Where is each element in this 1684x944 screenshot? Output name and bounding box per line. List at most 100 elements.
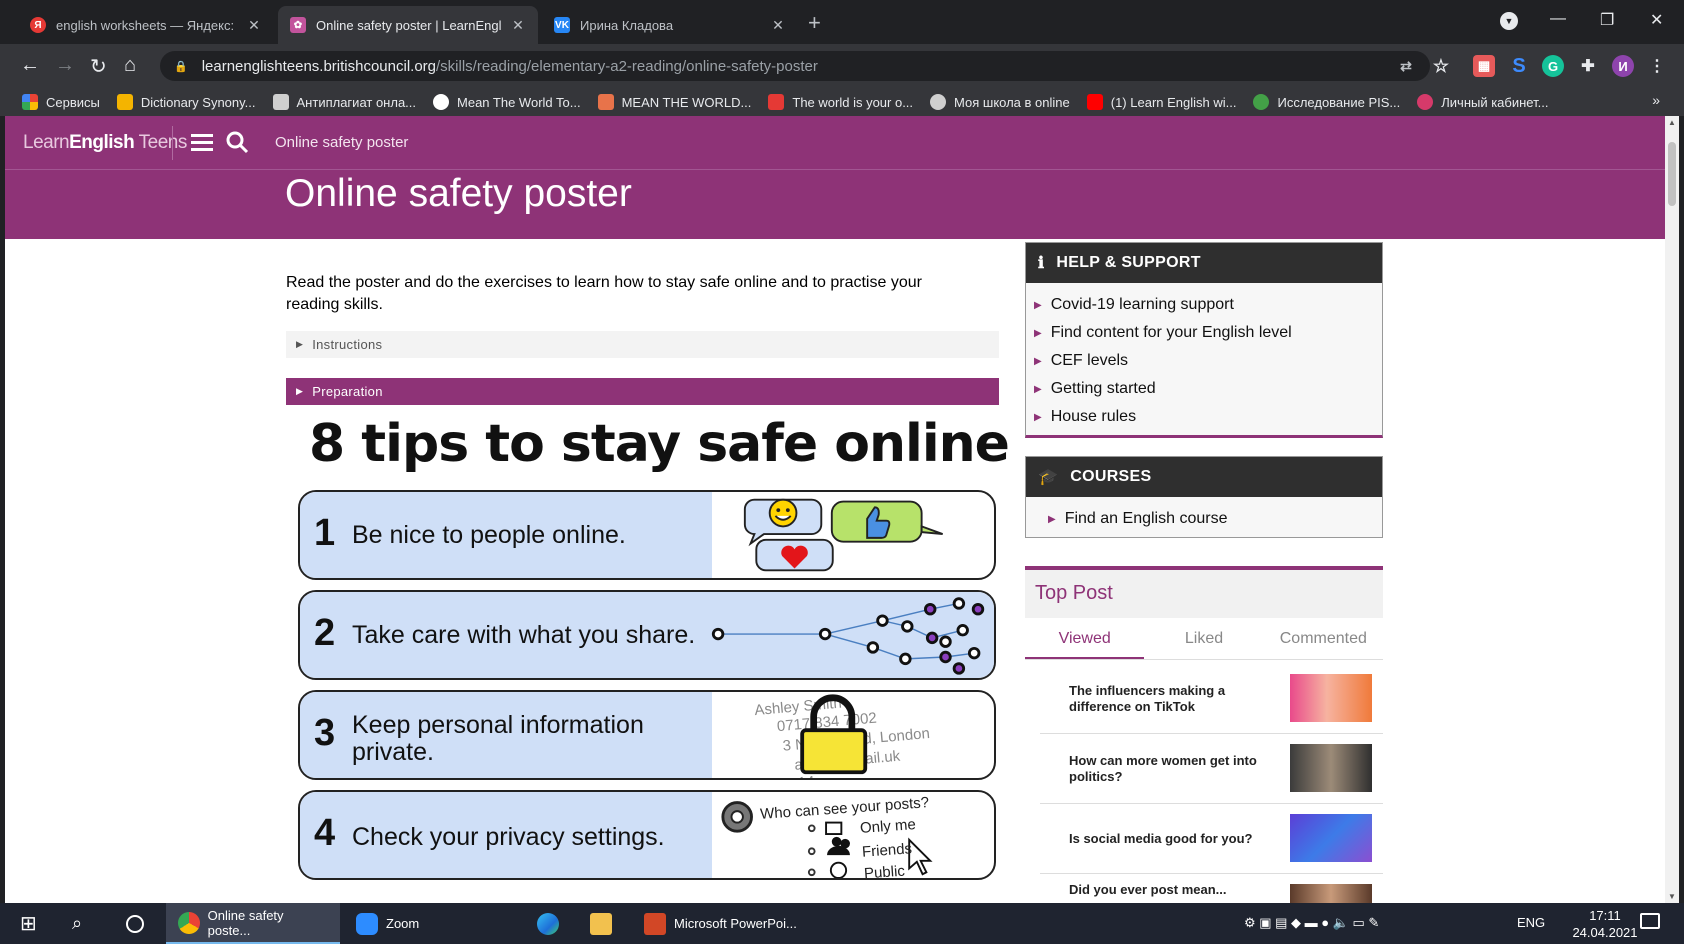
taskbar-app-label: Microsoft PowerPoi...: [674, 916, 797, 931]
breadcrumb[interactable]: Online safety poster: [275, 134, 408, 151]
cortana-icon[interactable]: [126, 903, 144, 944]
extension-s-icon[interactable]: S: [1508, 55, 1530, 77]
preparation-accordion[interactable]: ▶ Preparation: [286, 378, 999, 405]
bookmark-label: Mean The World To...: [457, 94, 581, 110]
post-thumbnail: [1290, 814, 1372, 862]
close-tab-icon[interactable]: ✕: [770, 17, 786, 34]
language-indicator[interactable]: ENG: [1517, 915, 1545, 930]
taskbar-app-zoom[interactable]: Zoom: [344, 903, 431, 944]
taskbar-app-label: Online safety poste...: [207, 907, 284, 938]
expand-triangle-icon: ▶: [296, 339, 304, 349]
top-post-item[interactable]: Did you ever post mean...: [1040, 874, 1383, 903]
reload-icon[interactable]: ↻: [90, 54, 107, 79]
browser-toolbar: ← → ↻ ⌂ 🔒 learnenglishteens.britishcounc…: [0, 44, 1684, 88]
course-link[interactable]: ▶ Find an English course: [1048, 505, 1382, 533]
top-post-item-title: Did you ever post mean...: [1069, 882, 1227, 897]
instructions-accordion[interactable]: ▶ Instructions: [286, 331, 999, 358]
page-viewport: LearnEnglish Teens Online safety poster …: [5, 116, 1665, 903]
site-header: LearnEnglish Teens Online safety poster …: [5, 116, 1665, 239]
grammarly-icon[interactable]: G: [1542, 55, 1564, 77]
bookmark-star-icon[interactable]: ☆: [1430, 55, 1452, 77]
bookmark-label: MEAN THE WORLD...: [621, 94, 752, 110]
top-post-item-title: The influencers making a difference on T…: [1069, 683, 1226, 714]
close-window-button[interactable]: ✕: [1650, 10, 1663, 30]
intro-text: Read the poster and do the exercises to …: [286, 274, 922, 313]
arrow-right-icon: ▶: [1034, 299, 1042, 311]
bookmark-item[interactable]: Моя школа в online: [930, 94, 1070, 110]
scrollbar-thumb[interactable]: [1668, 142, 1676, 206]
home-icon[interactable]: ⌂: [124, 54, 136, 77]
bookmark-item[interactable]: Исследование PIS...: [1253, 94, 1400, 110]
cabinet-icon: [1417, 94, 1434, 110]
top-post-item[interactable]: The influencers making a difference on T…: [1040, 664, 1383, 734]
tab-viewed[interactable]: Viewed: [1025, 618, 1145, 659]
windows-start-icon[interactable]: ⊞: [20, 903, 37, 944]
post-thumbnail: [1290, 884, 1372, 903]
bookmark-item[interactable]: The world is your o...: [768, 94, 913, 110]
bookmark-item[interactable]: (1) Learn English wi...: [1086, 94, 1236, 110]
scroll-up-arrow-icon[interactable]: ▲: [1668, 118, 1676, 127]
tab-yandex[interactable]: Я english worksheets — Яндекс: на ✕: [18, 6, 274, 44]
hamburger-menu-icon[interactable]: [191, 134, 213, 152]
translate-icon[interactable]: ⇄: [1395, 55, 1417, 77]
tab-search-icon[interactable]: ▼: [1500, 12, 1518, 30]
taskbar-app-chrome[interactable]: Online safety poste...: [166, 903, 340, 944]
apps-grid-icon: [22, 94, 38, 110]
gift-icon: [597, 94, 614, 110]
bookmark-item[interactable]: Mean The World To...: [433, 94, 581, 110]
bookmark-label: Dictionary Synony...: [140, 94, 256, 110]
divider: [172, 126, 173, 160]
taskbar-app-powerpoint[interactable]: Microsoft PowerPoi...: [632, 903, 809, 944]
minimize-button[interactable]: —: [1550, 10, 1566, 28]
taskbar-app-edge[interactable]: [525, 903, 579, 944]
tab-online-safety-poster[interactable]: ✿ Online safety poster | LearnEnglis ✕: [278, 6, 538, 44]
bookmark-item[interactable]: MEAN THE WORLD...: [597, 94, 752, 110]
address-bar[interactable]: 🔒 learnenglishteens.britishcouncil.org/s…: [160, 51, 1430, 81]
page-scrollbar[interactable]: ▲ ▼: [1665, 116, 1679, 903]
globe-icon: [829, 861, 848, 878]
top-post-item[interactable]: Is social media good for you?: [1040, 804, 1383, 874]
tray-icons[interactable]: ⚙ ▣ ▤ ◆ ▬ ● 🔈 ▭ ✎: [1244, 915, 1379, 931]
help-link[interactable]: ▶ House rules: [1034, 403, 1382, 431]
forward-arrow-icon[interactable]: →: [55, 54, 75, 77]
new-tab-button[interactable]: +: [808, 10, 821, 36]
restore-button[interactable]: ❐: [1600, 10, 1614, 30]
learnenglish-teens-logo[interactable]: LearnEnglish Teens: [23, 132, 187, 154]
bookmark-item[interactable]: Антиплагиат онла...: [272, 94, 416, 110]
courses-panel: 🎓 COURSES ▶ Find an English course: [1025, 456, 1383, 538]
help-link[interactable]: ▶ Find content for your English level: [1034, 319, 1382, 347]
search-icon[interactable]: ⌕: [72, 903, 82, 944]
help-link[interactable]: ▶ Getting started: [1034, 375, 1382, 403]
bookmark-item[interactable]: Dictionary Synony...: [116, 94, 256, 110]
back-arrow-icon[interactable]: ←: [20, 54, 40, 77]
chrome-icon: [178, 911, 200, 934]
tab-commented[interactable]: Commented: [1264, 618, 1383, 659]
close-tab-icon[interactable]: ✕: [510, 17, 526, 34]
search-icon[interactable]: [225, 130, 249, 154]
clock[interactable]: 17:11 24.04.2021: [1570, 907, 1640, 941]
tab-vk[interactable]: VK Ирина Кладова ✕: [542, 6, 798, 44]
zoom-icon: [356, 912, 378, 935]
profile-avatar[interactable]: И: [1612, 55, 1634, 77]
scroll-down-arrow-icon[interactable]: ▼: [1668, 892, 1676, 901]
school-icon: [930, 94, 947, 110]
tab-liked[interactable]: Liked: [1144, 618, 1263, 659]
help-title: HELP & SUPPORT: [1056, 254, 1201, 271]
help-link[interactable]: ▶ Covid-19 learning support: [1034, 291, 1382, 319]
extensions-puzzle-icon[interactable]: ✚: [1577, 55, 1599, 77]
chrome-menu-icon[interactable]: ⋮: [1646, 55, 1668, 77]
more-bookmarks-button[interactable]: »: [1652, 92, 1660, 108]
bookmark-label: Исследование PIS...: [1277, 94, 1401, 110]
bookmark-item[interactable]: Личный кабинет...: [1417, 94, 1548, 110]
bookmark-item[interactable]: Сервисы: [22, 94, 100, 110]
notifications-icon[interactable]: [1640, 913, 1660, 929]
help-link[interactable]: ▶ CEF levels: [1034, 347, 1382, 375]
tip-number: 2: [314, 612, 336, 654]
top-post-item[interactable]: How can more women get into politics?: [1040, 734, 1383, 804]
taskbar-app-explorer[interactable]: [578, 903, 632, 944]
close-tab-icon[interactable]: ✕: [246, 17, 262, 34]
edge-icon: [537, 912, 559, 935]
extension-red-icon[interactable]: ▦: [1473, 55, 1495, 77]
taskbar-app-label: Zoom: [386, 916, 420, 931]
folder-icon: [590, 912, 612, 935]
